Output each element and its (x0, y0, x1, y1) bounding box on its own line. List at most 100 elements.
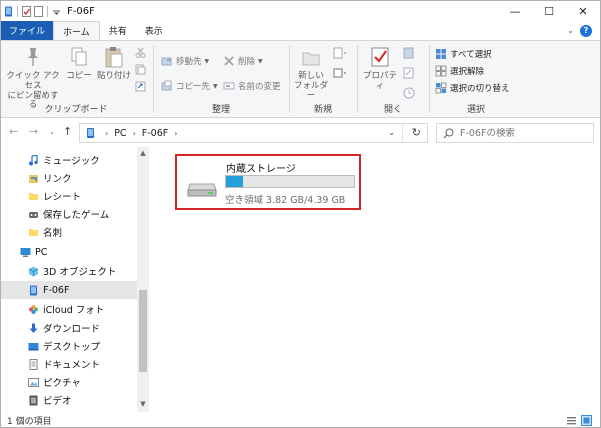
nav-item-label: デスクトップ (43, 342, 101, 353)
paste-shortcut-icon[interactable] (135, 81, 146, 92)
group-select: すべて選択 選択解除 選択の切り替え 選択 (431, 41, 521, 119)
dropdown-arrow-icon: ▼ (204, 57, 210, 65)
pin-icon (28, 48, 38, 66)
recent-locations-icon[interactable]: ⌄ (49, 128, 55, 136)
breadcrumb-pc[interactable]: PC (114, 128, 126, 139)
nav-item-pictures[interactable]: ピクチャ (1, 373, 137, 391)
window-controls: — ☐ ✕ (498, 1, 600, 21)
search-icon (443, 128, 454, 138)
search-input[interactable] (460, 127, 590, 139)
nav-item-business-cards[interactable]: 名刺 (1, 223, 137, 241)
breadcrumb-separator-icon[interactable]: › (105, 129, 108, 138)
folder-icon (29, 228, 38, 236)
group-divider (153, 45, 154, 113)
large-icons-view-icon[interactable] (581, 415, 592, 426)
help-icon[interactable]: ? (580, 24, 592, 37)
select-all-label: すべて選択 (450, 50, 492, 60)
divider (47, 5, 48, 17)
scroll-up-icon[interactable]: ▲ (139, 149, 147, 159)
group-divider (429, 45, 430, 113)
address-bar[interactable]: › PC › F-06F › ⌄ ↻ (79, 123, 428, 143)
drive-internal-storage[interactable]: 内蔵ストレージ 空き領域 3.82 GB/4.39 GB (175, 154, 361, 210)
nav-item-pc[interactable]: PC (1, 243, 137, 261)
nav-item-documents[interactable]: ドキュメント (1, 355, 137, 373)
ribbon: クイック アクセス にピン留めする コピー 貼り付け クリップボード 移動先▼ (1, 40, 600, 118)
group-divider (289, 45, 290, 113)
breadcrumb-current[interactable]: F-06F (142, 128, 168, 139)
folder-icon (29, 192, 38, 200)
group-label-select: 選択 (466, 105, 485, 115)
tab-view[interactable]: 表示 (136, 21, 172, 40)
details-view-icon[interactable] (566, 415, 577, 426)
select-none-icon (435, 65, 447, 77)
drive-name: 内蔵ストレージ (226, 164, 296, 175)
phone-icon (87, 128, 94, 138)
nav-item-3d-objects[interactable]: 3D オブジェクト (1, 262, 137, 280)
minimize-button[interactable]: — (498, 1, 532, 21)
video-icon (29, 395, 38, 405)
view-switcher (566, 415, 592, 426)
address-dropdown-icon[interactable]: ⌄ (388, 128, 395, 137)
desktop-icon (28, 342, 39, 350)
link-icon (29, 174, 38, 183)
paste-label: 貼り付け (97, 71, 132, 81)
tab-file[interactable]: ファイル (1, 21, 54, 40)
nav-item-downloads[interactable]: ダウンロード (1, 319, 137, 337)
pc-icon (20, 247, 31, 257)
copy-to-button[interactable]: コピー先 ▼ (161, 79, 218, 93)
breadcrumb-separator-icon[interactable]: › (133, 129, 136, 138)
nav-item-icloud-photos[interactable]: iCloud フォト (1, 300, 137, 318)
nav-item-music[interactable]: ミュージック (1, 151, 137, 169)
rename-label: 名前の変更 (238, 82, 281, 92)
phone-icon (5, 6, 12, 16)
paste-button[interactable]: 貼り付け (97, 45, 131, 82)
customize-quick-access-icon[interactable] (52, 6, 61, 17)
breadcrumb-separator-icon[interactable]: › (174, 129, 177, 138)
rename-button[interactable]: 名前の変更 (223, 79, 281, 93)
navigation-scrollbar[interactable]: ▲ ▼ (137, 147, 149, 412)
invert-selection-button[interactable]: 選択の切り替え (435, 81, 510, 95)
copy-button[interactable]: コピー (65, 45, 93, 82)
search-box[interactable] (436, 123, 594, 143)
hard-drive-icon (187, 183, 217, 197)
nav-item-saved-games[interactable]: 保存したゲーム (1, 205, 137, 223)
properties-icon (371, 47, 389, 67)
tab-share[interactable]: 共有 (100, 21, 136, 40)
refresh-icon[interactable]: ↻ (412, 126, 421, 139)
open-icon[interactable] (403, 47, 417, 59)
tab-home[interactable]: ホーム (53, 21, 100, 40)
close-button[interactable]: ✕ (566, 1, 600, 21)
move-to-button[interactable]: 移動先 ▼ (161, 54, 209, 68)
nav-item-links[interactable]: リンク (1, 169, 137, 187)
group-label-open: 開く (383, 105, 402, 115)
nav-item-label: ドキュメント (43, 360, 101, 371)
properties-check-icon[interactable] (22, 5, 31, 17)
delete-label: 削除 (238, 57, 256, 67)
edit-icon[interactable] (403, 67, 417, 79)
scrollbar-thumb[interactable] (139, 290, 147, 372)
copy-path-icon[interactable] (135, 64, 146, 75)
up-arrow-icon[interactable]: ↑ (63, 125, 72, 138)
new-item-icon[interactable] (333, 47, 347, 59)
forward-arrow-icon[interactable]: → (29, 125, 38, 138)
history-icon[interactable] (403, 87, 417, 99)
nav-item-receipts[interactable]: レシート (1, 187, 137, 205)
delete-button[interactable]: 削除 ▼ (223, 54, 263, 68)
select-all-button[interactable]: すべて選択 (435, 47, 492, 61)
new-folder-icon (302, 52, 320, 66)
delete-icon (224, 56, 234, 66)
scroll-down-icon[interactable]: ▼ (139, 400, 147, 410)
easy-access-icon[interactable] (333, 67, 347, 79)
cut-icon[interactable] (135, 47, 146, 58)
nav-item-desktop[interactable]: デスクトップ (1, 337, 137, 355)
chevron-down-icon[interactable]: ⌄ (567, 26, 574, 35)
new-folder-button[interactable]: 新しい フォルダー (293, 45, 329, 101)
nav-item-f06f[interactable]: F-06F (1, 281, 137, 299)
group-new: 新しい フォルダー 新規 (291, 41, 355, 119)
select-none-button[interactable]: 選択解除 (435, 64, 484, 78)
maximize-button[interactable]: ☐ (532, 1, 566, 21)
properties-button[interactable]: プロパティ (361, 45, 399, 92)
new-file-icon[interactable] (34, 5, 43, 17)
nav-item-videos[interactable]: ビデオ (1, 391, 137, 409)
back-arrow-icon[interactable]: ← (9, 125, 18, 138)
